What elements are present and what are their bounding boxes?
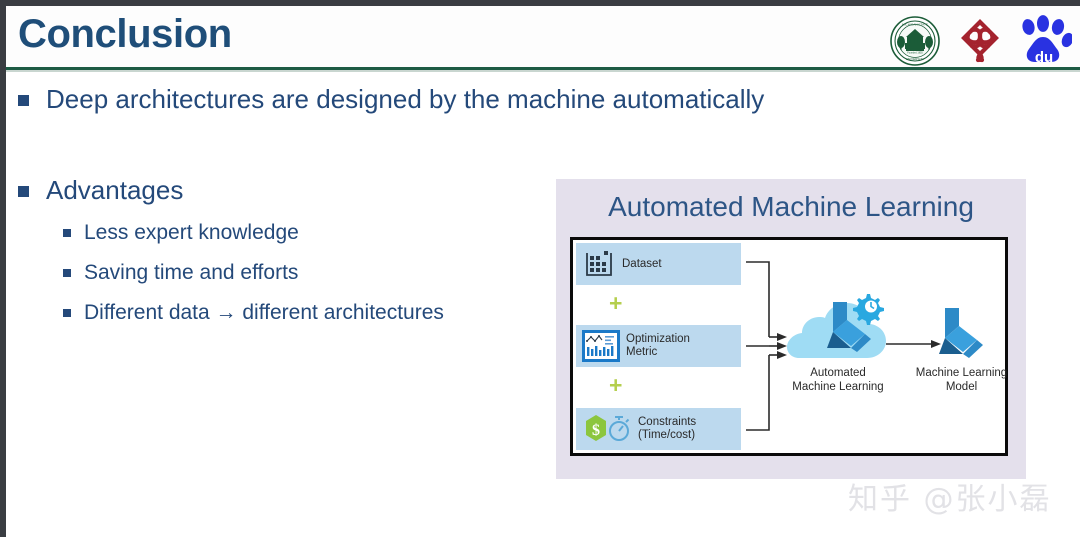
input-label: Optimization Metric (626, 333, 690, 359)
process-caption: Automated Machine Learning (779, 366, 897, 394)
input-row-dataset: Dataset (576, 243, 741, 285)
svg-text:du: du (1035, 49, 1053, 66)
output-caption-line1: Machine Learning (915, 367, 1008, 379)
automl-figure-panel: Automated Machine Learning Dataset + Opt… (556, 179, 1026, 479)
output-caption: Machine Learning Model (909, 366, 1014, 394)
input-label-line2: Metric (626, 346, 658, 358)
process-caption-line2: Machine Learning (792, 381, 884, 393)
baidu-logo-icon: du (1022, 15, 1072, 66)
logo-group: MICHIGAN STATE UNIVERSITY Founded 1855 d… (886, 12, 1074, 70)
bullet-text: Less expert knowledge (84, 221, 299, 244)
hong-kong-polytechnic-university-logo-icon (961, 19, 999, 63)
input-row-constraints: $ Constraints (Time/cost) (576, 408, 741, 450)
page-title: Conclusion (18, 12, 232, 56)
input-label-line2: (Time/cost) (638, 429, 696, 441)
plus-connector: + (609, 372, 623, 398)
input-label: Constraints (Time/cost) (638, 416, 696, 442)
bullet-text: Different data → different architectures (84, 301, 444, 324)
zhihu-watermark: 知乎 @张小磊 (848, 482, 1052, 517)
plus-connector: + (609, 290, 623, 316)
input-label: Dataset (622, 257, 662, 270)
process-caption-line1: Automated (810, 367, 866, 379)
cloud-ml-gear-icon (787, 294, 886, 358)
bullet-marker (18, 186, 29, 197)
input-label-line1: Optimization (626, 333, 690, 345)
bullet-marker (18, 95, 29, 106)
svg-text:$: $ (592, 422, 600, 439)
slide-canvas: Conclusion MICHIGAN STATE UNIVERSITY Fou… (0, 0, 1080, 537)
bullet-item: Advantages (18, 173, 183, 207)
bullet-item: Deep architectures are designed by the m… (18, 82, 764, 116)
svg-text:UNIVERSITY: UNIVERSITY (906, 57, 925, 61)
dollar-stopwatch-icon: $ (586, 415, 630, 441)
bar-chart-icon (582, 330, 620, 362)
input-row-optimization-metric: Optimization Metric (576, 325, 741, 367)
automl-diagram: Dataset + Optimization Metric + $ Constr… (570, 237, 1008, 456)
figure-title: Automated Machine Learning (608, 191, 974, 222)
svg-text:MICHIGAN STATE: MICHIGAN STATE (902, 23, 928, 27)
bullet-marker (63, 269, 71, 277)
bullet-item: Saving time and efforts (63, 259, 298, 287)
input-label-line1: Constraints (638, 416, 697, 428)
bullet-marker (63, 229, 71, 237)
dataset-grid-icon (586, 251, 612, 276)
bullet-text: Deep architectures are designed by the m… (46, 84, 765, 114)
bullet-marker (63, 309, 71, 317)
bullet-text: Saving time and efforts (84, 261, 299, 284)
bullet-text: Advantages (46, 175, 184, 205)
bullet-item: Less expert knowledge (63, 219, 299, 247)
ml-model-icon (939, 308, 983, 358)
michigan-state-university-seal-icon: MICHIGAN STATE UNIVERSITY Founded 1855 (890, 16, 940, 66)
bullet-item: Different data → different architectures (63, 299, 444, 327)
svg-text:Founded 1855: Founded 1855 (907, 52, 923, 55)
output-caption-line2: Model (945, 381, 978, 393)
slide-header: Conclusion MICHIGAN STATE UNIVERSITY Fou… (6, 6, 1080, 68)
